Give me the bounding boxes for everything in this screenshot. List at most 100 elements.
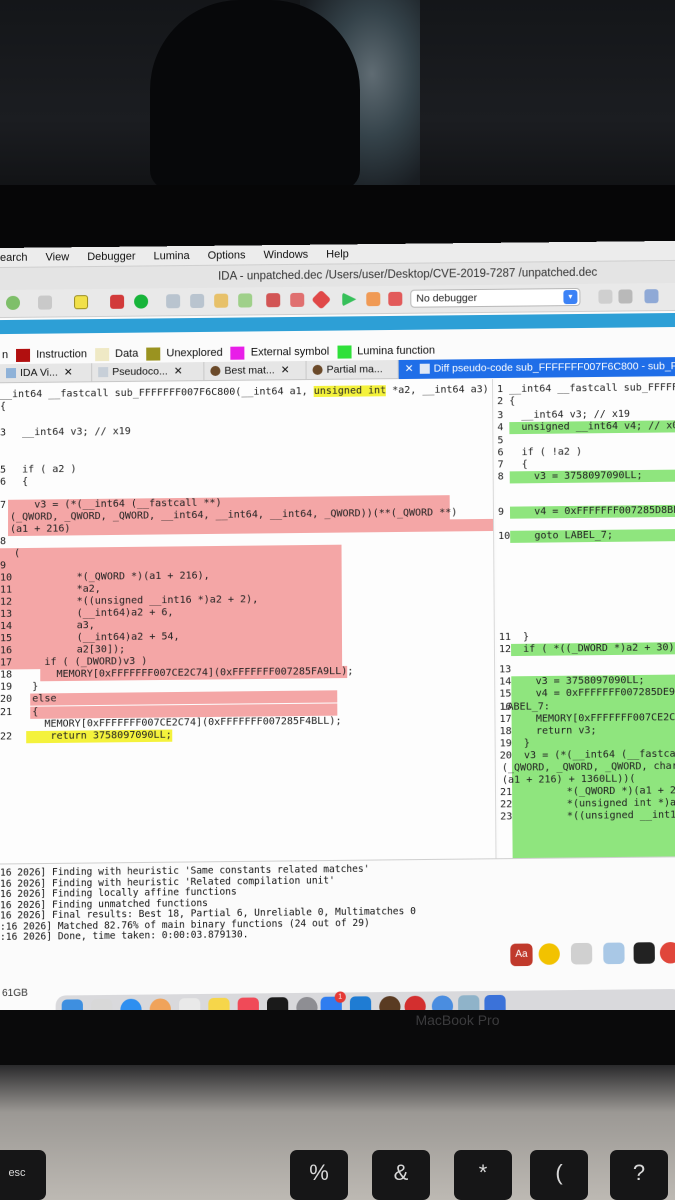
tab-pseudocode[interactable]: Pseudoco... ✕ <box>92 362 204 382</box>
calculator-icon[interactable] <box>571 943 592 965</box>
code-line: (a1 + 216) <box>10 523 70 536</box>
code-line: } <box>511 632 529 644</box>
legend-swatch-external <box>231 346 245 359</box>
segment-icon[interactable] <box>166 294 180 308</box>
code-line: return v3; <box>512 725 597 738</box>
code-line: (__int64)a2 + 54, <box>10 631 180 645</box>
line-number: 17 <box>499 714 511 726</box>
diamond-icon[interactable] <box>311 290 331 310</box>
menu-search[interactable]: earch <box>0 251 28 263</box>
code-line: { <box>10 476 28 488</box>
play-icon[interactable] <box>342 292 356 306</box>
avatar-icon <box>313 365 323 375</box>
tab-label: Partial ma... <box>327 363 383 376</box>
line-number: 22 <box>500 799 512 811</box>
jump-icon[interactable] <box>38 295 52 309</box>
key-percent: % <box>290 1150 348 1200</box>
code-signature: __int64 __fastcall sub_FFFFFFF0 <box>509 382 675 396</box>
tab-ida-view[interactable]: IDA Vi... ✕ <box>0 363 92 383</box>
legend-swatch-instruction <box>16 348 30 361</box>
close-icon[interactable]: ✕ <box>174 365 183 377</box>
pseudocode-icon <box>98 367 108 377</box>
screen-bezel-top <box>0 185 675 250</box>
key-ampersand: & <box>372 1150 430 1200</box>
struct-icon[interactable] <box>190 294 204 308</box>
line-number: 21 <box>0 707 12 719</box>
line-number: 14 <box>499 676 511 688</box>
toolbar: No debugger ▾ <box>0 283 675 318</box>
list-icon[interactable] <box>644 289 658 303</box>
system-tray: Aa <box>510 938 675 968</box>
menu-view[interactable]: View <box>46 251 70 263</box>
debugger-select[interactable]: No debugger ▾ <box>410 288 580 308</box>
line-number: 5 <box>497 435 503 447</box>
diff-right-pane[interactable]: __int64 __fastcall sub_FFFFFFF0 { __int6… <box>495 377 675 864</box>
lifebuoy-icon[interactable] <box>660 942 675 964</box>
aa-label: Aa <box>515 949 527 960</box>
line-number: 6 <box>0 477 6 489</box>
line-number: 18 <box>500 726 512 738</box>
line-number: 7 <box>498 459 504 471</box>
menu-options[interactable]: Options <box>208 249 246 261</box>
run-dot-icon[interactable] <box>134 294 148 308</box>
line-number: 11 <box>0 584 12 596</box>
tab-label: Diff pseudo-code sub_FFFFFFF007F6C800 - … <box>434 360 675 375</box>
tab-best-matches[interactable]: Best mat... ✕ <box>204 361 306 381</box>
line-number: 2 <box>497 396 503 408</box>
step-icon[interactable] <box>290 293 304 307</box>
line-number: 17 <box>0 657 12 669</box>
pause-icon[interactable] <box>366 292 380 306</box>
line-number: 12 <box>0 597 12 609</box>
line-number: 15 <box>499 688 511 700</box>
c2-icon[interactable] <box>618 289 632 303</box>
legend-lumina: Lumina function <box>357 345 435 358</box>
terminate-icon[interactable] <box>388 292 402 306</box>
code-line: unsigned __int64 v4; // x0 <box>509 420 675 434</box>
chevron-down-icon: ▾ <box>563 290 577 304</box>
code-line: { <box>20 707 38 719</box>
line-number: 3 <box>0 427 6 439</box>
aa-icon[interactable]: Aa <box>510 943 532 966</box>
key-paren: ( <box>530 1150 588 1200</box>
code-line: (__int64)a2 + 6, <box>10 607 173 621</box>
code-signature: __int64 __fastcall sub_FFFFFFF007F6C800(… <box>0 384 489 401</box>
line-number: 5 <box>0 465 6 477</box>
close-icon[interactable]: ✕ <box>281 364 290 376</box>
c-icon[interactable] <box>598 290 612 304</box>
ida-view-icon <box>6 368 16 378</box>
line-number: 9 <box>0 560 6 572</box>
menu-lumina[interactable]: Lumina <box>154 250 190 262</box>
key-question: ? <box>610 1150 668 1200</box>
close-icon[interactable]: ✕ <box>64 366 73 378</box>
line-number: 13 <box>499 664 511 676</box>
tab-label: Pseudoco... <box>112 365 168 378</box>
stop-icon[interactable] <box>266 293 280 307</box>
activity-icon[interactable] <box>634 942 655 964</box>
code-line: goto LABEL_7; <box>510 530 613 543</box>
tab-partial-matches[interactable]: Partial ma... <box>307 360 399 380</box>
text-icon[interactable] <box>74 295 88 309</box>
gear-icon[interactable] <box>6 296 20 310</box>
close-icon[interactable]: ✕ <box>405 363 414 375</box>
code-line: if ( *((_DWORD *)a2 + 30) >= 0x <box>511 642 675 656</box>
line-number: 1 <box>497 384 503 396</box>
menu-windows[interactable]: Windows <box>264 248 309 260</box>
breakpoint-icon[interactable] <box>110 295 124 309</box>
graph-icon[interactable] <box>238 293 252 307</box>
menu-help[interactable]: Help <box>326 248 349 260</box>
line-number: 20 <box>0 694 12 706</box>
disk-usage: 61GB <box>2 988 28 1000</box>
diff-left-pane[interactable]: __int64 __fastcall sub_FFFFFFF007F6C800(… <box>0 379 497 870</box>
preview-icon[interactable] <box>603 943 624 965</box>
code-line: } <box>20 681 38 693</box>
key-esc: esc <box>0 1150 46 1200</box>
emoji-icon[interactable] <box>539 943 560 965</box>
tab-diff-pseudocode[interactable]: ✕ Diff pseudo-code sub_FFFFFFF007F6C800 -… <box>399 357 675 379</box>
line-number: 9 <box>498 507 504 519</box>
menu-debugger[interactable]: Debugger <box>87 250 135 263</box>
enum-icon[interactable] <box>214 294 228 308</box>
code-line: (_QWORD, _QWORD, _QWORD, char *, <box>502 761 675 775</box>
code-line: else <box>20 693 56 706</box>
code-line: MEMORY[0xFFFFFFF007CE2C74](0xFFFFFFF0072… <box>20 666 353 682</box>
legend-instruction: Instruction <box>36 348 87 361</box>
